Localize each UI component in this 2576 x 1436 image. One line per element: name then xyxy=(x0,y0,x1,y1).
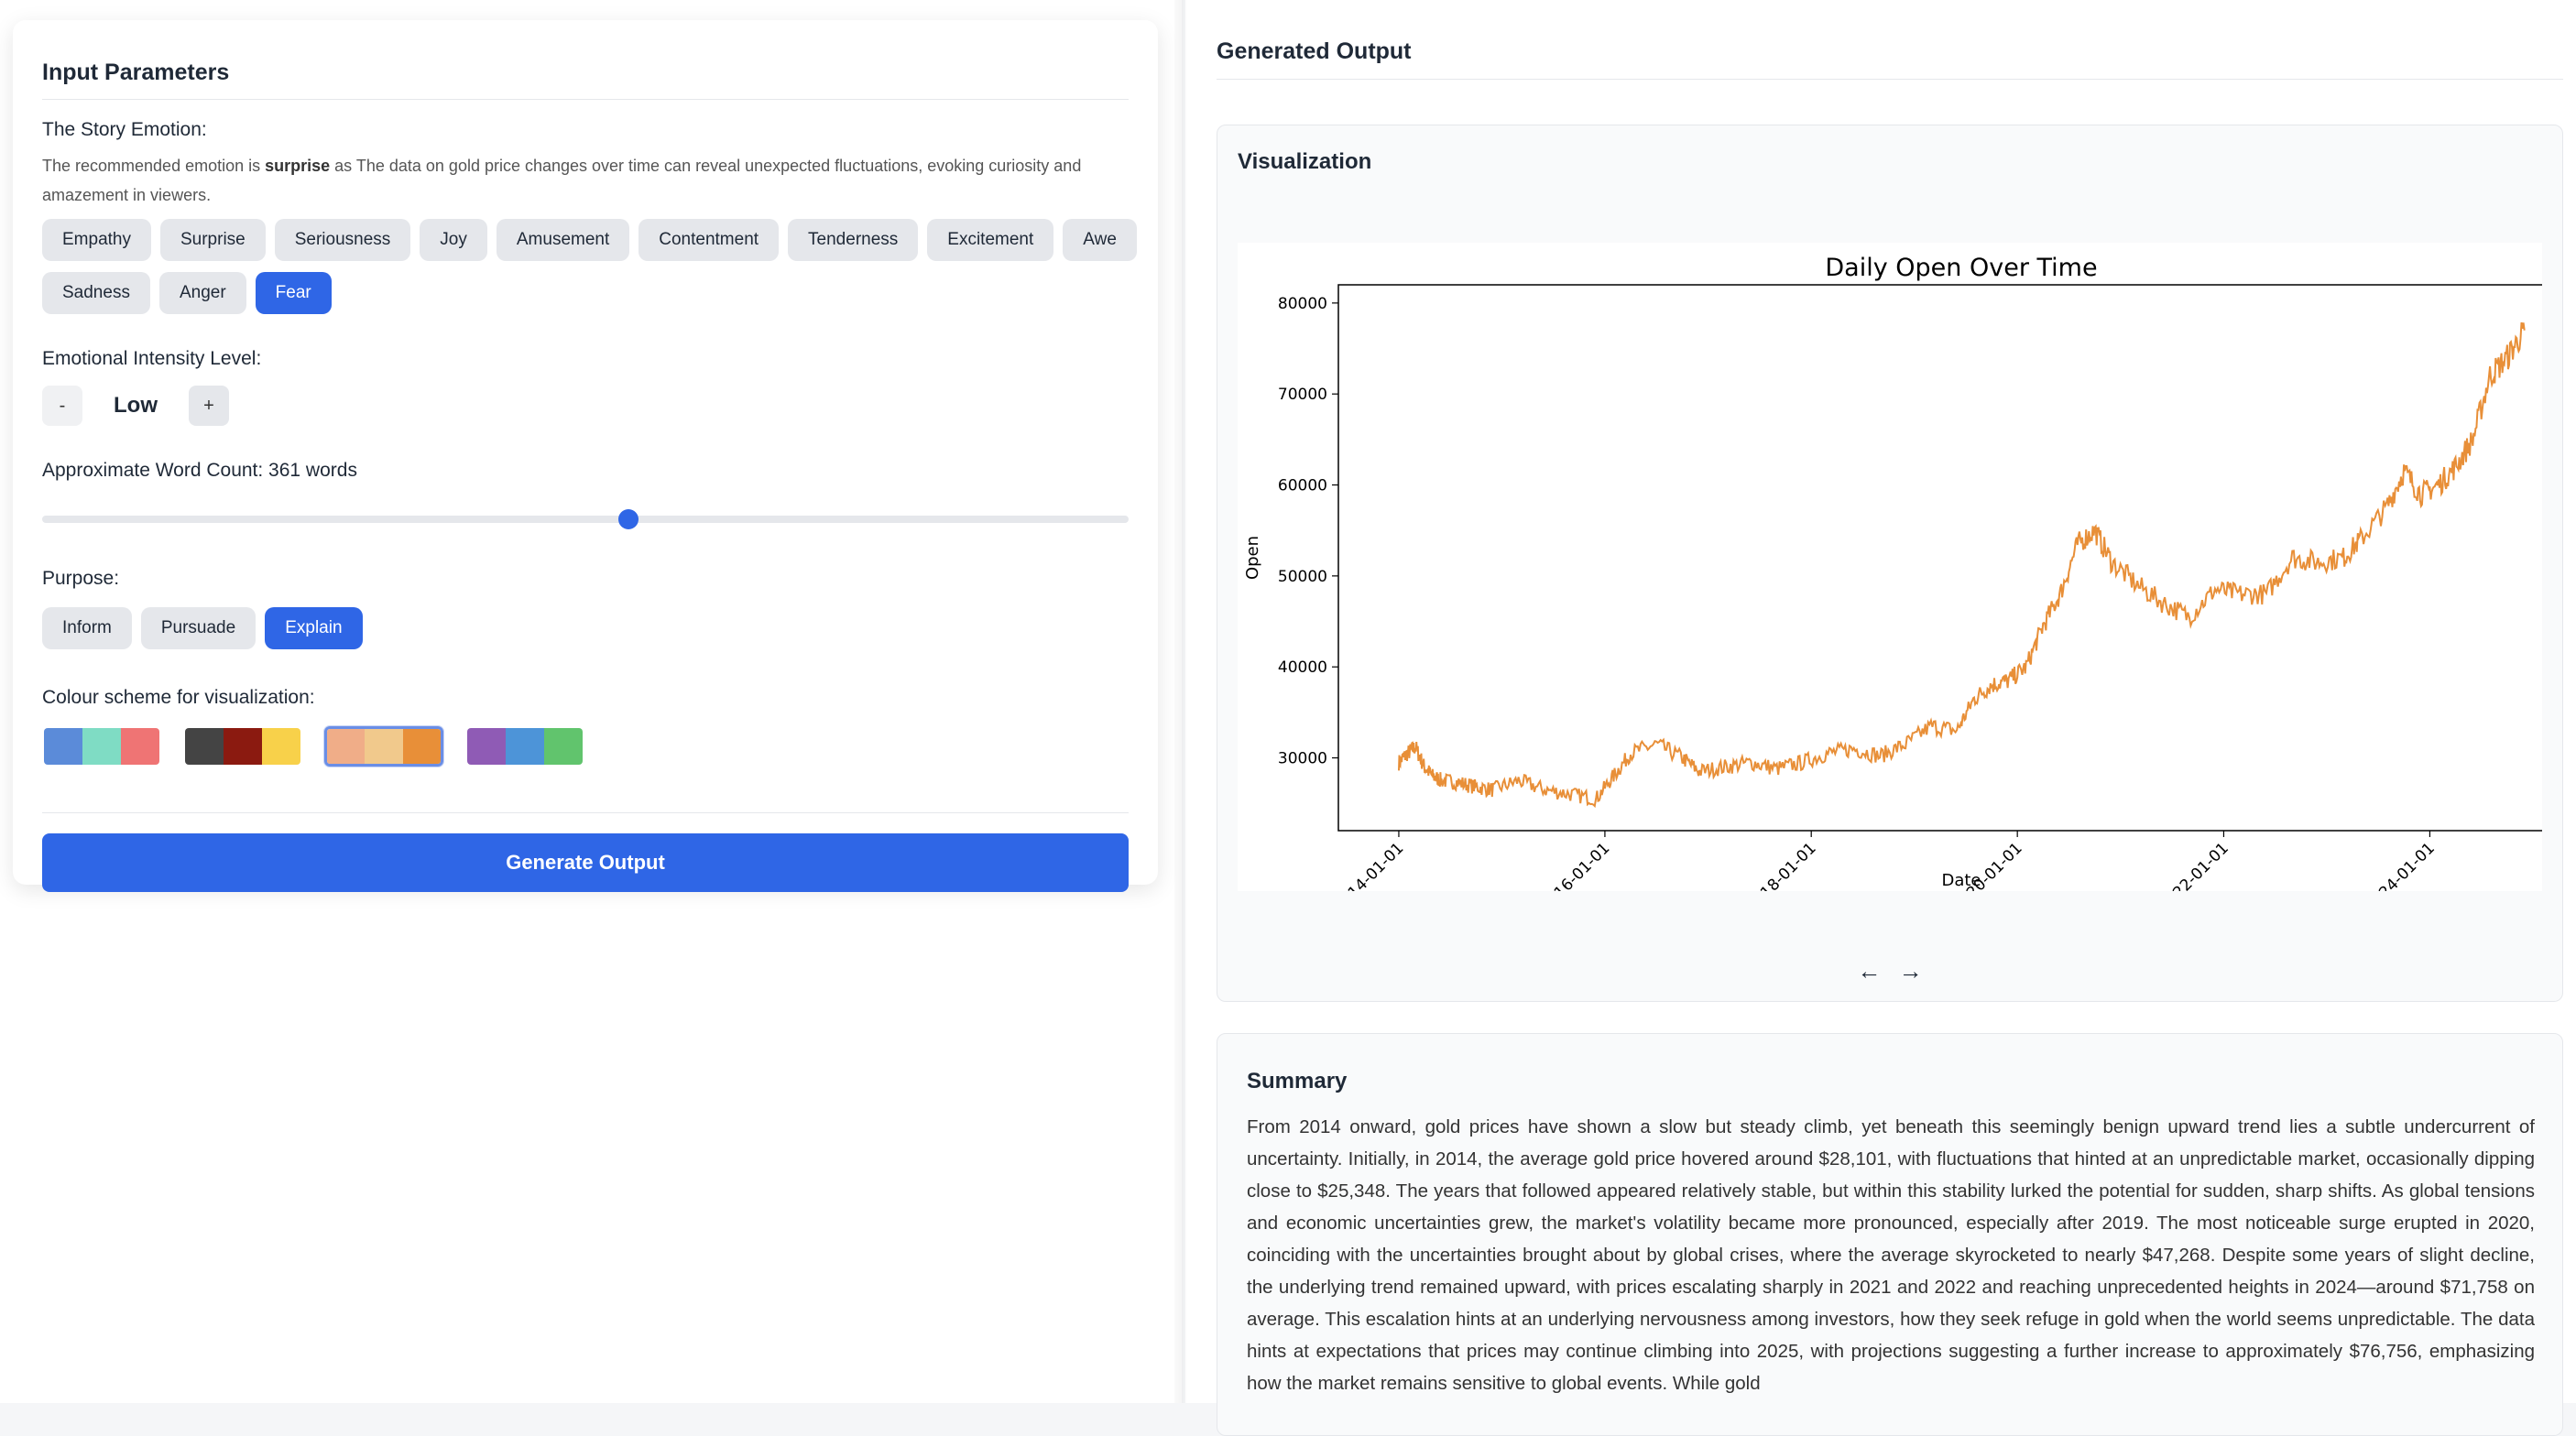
slider-thumb[interactable] xyxy=(617,509,639,529)
intensity-decrease-button[interactable]: - xyxy=(42,386,82,426)
word-count-slider[interactable] xyxy=(42,508,1129,530)
colour-swatch xyxy=(506,728,544,765)
slider-track xyxy=(42,516,1129,523)
colour-scheme-label: Colour scheme for visualization: xyxy=(42,687,315,708)
intensity-increase-button[interactable]: + xyxy=(189,386,229,426)
colour-swatch xyxy=(365,729,403,764)
colour-scheme-option-3[interactable] xyxy=(324,726,443,767)
colour-scheme-option-2[interactable] xyxy=(183,726,302,767)
colour-swatch xyxy=(185,728,224,765)
output-title: Generated Output xyxy=(1217,38,1412,64)
emotion-chip-awe[interactable]: Awe xyxy=(1063,219,1137,261)
emotion-label: The Story Emotion: xyxy=(42,119,207,140)
intensity-label: Emotional Intensity Level: xyxy=(42,348,262,369)
generate-output-button[interactable]: Generate Output xyxy=(42,833,1129,892)
colour-swatch xyxy=(402,729,441,764)
colour-swatch xyxy=(121,728,159,765)
y-tick-label: 60000 xyxy=(1278,477,1327,495)
colour-scheme-option-4[interactable] xyxy=(465,726,584,767)
output-title-divider xyxy=(1217,79,2563,80)
emotion-chip-group: Empathy Surprise Seriousness Joy Amusement Co… xyxy=(42,219,1141,314)
arrow-left-icon[interactable]: ← xyxy=(1857,957,1881,985)
purpose-chip-pursuade[interactable]: Pursuade xyxy=(140,607,257,649)
y-tick-label: 40000 xyxy=(1278,658,1327,677)
colour-scheme-option-1[interactable] xyxy=(42,726,161,767)
reco-prefix: The recommended emotion is xyxy=(42,157,266,175)
summary-card: Summary From 2014 onward, gold prices ha… xyxy=(1217,1033,2563,1436)
colour-scheme-group xyxy=(42,726,1129,767)
intensity-value: Low xyxy=(114,393,158,418)
x-tick-label: 2024-01-01 xyxy=(2362,839,2439,891)
series-line xyxy=(1398,321,2526,809)
input-parameters-panel: Input Parameters The Story Emotion: The … xyxy=(13,20,1158,892)
form-divider xyxy=(42,812,1129,813)
emotion-chip-sadness[interactable]: Sadness xyxy=(42,272,150,314)
y-tick-label: 50000 xyxy=(1278,568,1327,586)
colour-swatch xyxy=(327,729,366,764)
summary-title: Summary xyxy=(1247,1069,1348,1093)
purpose-chip-explain[interactable]: Explain xyxy=(265,607,363,649)
intensity-stepper: - Low + xyxy=(42,386,1129,426)
emotion-chip-seriousness[interactable]: Seriousness xyxy=(274,219,411,261)
visualization-card: Visualization Daily Open Over Time 30000 4… xyxy=(1217,125,2576,1002)
y-axis-label: Open xyxy=(1243,536,1262,580)
purpose-chip-group: Inform Pursuade Explain xyxy=(42,607,1141,649)
panel-divider xyxy=(1174,0,1187,1403)
emotion-chip-surprise[interactable]: Surprise xyxy=(159,219,266,261)
word-count-label: Approximate Word Count: 361 words xyxy=(42,460,357,481)
chart-navigation: ← → xyxy=(1217,957,2562,985)
x-axis-label: Date xyxy=(1941,871,1981,890)
emotion-chip-fear[interactable]: Fear xyxy=(255,272,332,314)
line-chart: Daily Open Over Time 30000 40000 50000 60000… xyxy=(1243,254,2576,916)
emotion-chip-amusement[interactable]: Amusement xyxy=(496,219,630,261)
colour-swatch xyxy=(82,728,121,765)
colour-swatch xyxy=(224,728,262,765)
emotion-chip-contentment[interactable]: Contentment xyxy=(639,219,780,261)
summary-text: From 2014 onward, gold prices have shown… xyxy=(1247,1116,2535,1394)
y-tick-label: 80000 xyxy=(1278,295,1327,313)
recommendation-text: The recommended emotion is surprise as T… xyxy=(42,151,1105,210)
emotion-chip-anger[interactable]: Anger xyxy=(158,272,246,314)
reco-emotion: surprise xyxy=(265,157,331,175)
chart-title: Daily Open Over Time xyxy=(1825,254,2097,282)
title-divider xyxy=(42,99,1129,100)
plot-frame xyxy=(1337,284,2576,832)
y-tick-label: 70000 xyxy=(1278,386,1327,404)
colour-swatch xyxy=(467,728,506,765)
colour-swatch xyxy=(262,728,300,765)
y-tick-label: 30000 xyxy=(1278,750,1327,768)
colour-swatch xyxy=(544,728,583,765)
emotion-chip-empathy[interactable]: Empathy xyxy=(42,219,151,261)
emotion-chip-tenderness[interactable]: Tenderness xyxy=(788,219,919,261)
colour-swatch xyxy=(44,728,82,765)
arrow-right-icon[interactable]: → xyxy=(1899,957,1923,985)
purpose-label: Purpose: xyxy=(42,568,120,589)
x-tick-label: 2018-01-01 xyxy=(1743,839,1820,891)
panel-title: Input Parameters xyxy=(42,60,230,85)
x-tick-label: 2022-01-01 xyxy=(2156,839,2232,891)
x-tick-label: 2014-01-01 xyxy=(1330,839,1407,891)
purpose-chip-inform[interactable]: Inform xyxy=(42,607,132,649)
emotion-chip-joy[interactable]: Joy xyxy=(420,219,487,261)
visualization-title: Visualization xyxy=(1238,149,1372,174)
x-tick-label: 2016-01-01 xyxy=(1536,839,1613,891)
emotion-chip-excitement[interactable]: Excitement xyxy=(927,219,1054,261)
chart-container: Daily Open Over Time 30000 40000 50000 60000… xyxy=(1238,243,2576,916)
